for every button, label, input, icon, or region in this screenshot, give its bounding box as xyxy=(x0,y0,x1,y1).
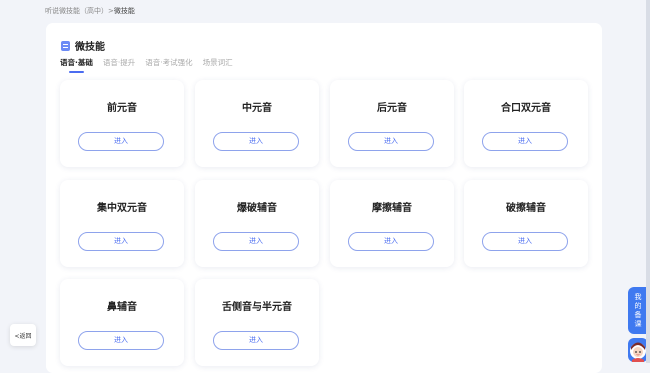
tab-phonics-exam[interactable]: 语音·考试强化 xyxy=(145,57,192,73)
side-tab-char: 的 xyxy=(634,301,642,310)
card-title: 舌侧音与半元音 xyxy=(222,302,292,313)
skill-card-back-vowels: 后元音 进入 xyxy=(330,80,454,167)
card-title: 摩擦辅音 xyxy=(372,203,412,214)
side-tab-char: 课 xyxy=(634,319,642,328)
page-title: 微技能 xyxy=(75,42,105,53)
tab-scene-vocabulary[interactable]: 场景词汇 xyxy=(203,57,233,73)
enter-button[interactable]: 进入 xyxy=(78,232,164,251)
card-title: 后元音 xyxy=(377,103,407,114)
card-title: 前元音 xyxy=(107,103,137,114)
card-title: 集中双元音 xyxy=(97,203,147,214)
avatar-icon[interactable] xyxy=(628,338,648,362)
my-lessons-tab[interactable]: 我 的 备 课 xyxy=(628,287,648,334)
card-title: 爆破辅音 xyxy=(237,203,277,214)
breadcrumb-current: 微技能 xyxy=(113,7,135,15)
enter-button[interactable]: 进入 xyxy=(213,132,299,151)
tab-phonics-basic[interactable]: 语音·基础 xyxy=(60,57,93,73)
breadcrumb-parent[interactable]: 听说微技能（高中）> xyxy=(45,7,114,15)
enter-button[interactable]: 进入 xyxy=(482,132,568,151)
enter-button[interactable]: 进入 xyxy=(348,132,434,151)
side-tab-char: 备 xyxy=(634,310,642,319)
card-title: 鼻辅音 xyxy=(107,302,137,313)
enter-button[interactable]: 进入 xyxy=(213,232,299,251)
breadcrumb: 听说微技能（高中）>微技能 xyxy=(45,6,135,16)
tab-bar: 语音·基础 语音·提升 语音·考试强化 场景词汇 xyxy=(60,57,233,73)
enter-button[interactable]: 进入 xyxy=(78,331,164,350)
document-icon xyxy=(61,40,70,51)
skill-card-laterals-semivowels: 舌侧音与半元音 进入 xyxy=(195,279,319,366)
side-tab-char: 我 xyxy=(634,292,642,301)
enter-button[interactable]: 进入 xyxy=(348,232,434,251)
enter-button[interactable]: 进入 xyxy=(78,132,164,151)
skill-card-closing-diphthongs: 合口双元音 进入 xyxy=(464,80,588,167)
enter-button[interactable]: 进入 xyxy=(213,331,299,350)
back-button[interactable]: <返回 xyxy=(10,324,36,346)
enter-button[interactable]: 进入 xyxy=(482,232,568,251)
panel-header: 微技能 xyxy=(61,38,105,53)
window-edge xyxy=(646,0,650,363)
card-title: 中元音 xyxy=(242,103,272,114)
skill-card-central-vowels: 中元音 进入 xyxy=(195,80,319,167)
card-title: 合口双元音 xyxy=(501,103,551,114)
skill-card-centering-diphthongs: 集中双元音 进入 xyxy=(60,180,184,267)
skill-card-fricatives: 摩擦辅音 进入 xyxy=(330,180,454,267)
skill-card-nasals: 鼻辅音 进入 xyxy=(60,279,184,366)
skill-card-affricates: 破擦辅音 进入 xyxy=(464,180,588,267)
card-title: 破擦辅音 xyxy=(506,203,546,214)
skill-card-plosives: 爆破辅音 进入 xyxy=(195,180,319,267)
main-panel: 微技能 语音·基础 语音·提升 语音·考试强化 场景词汇 前元音 进入 中元音 … xyxy=(46,23,602,373)
tab-phonics-advanced[interactable]: 语音·提升 xyxy=(103,57,135,73)
skill-card-front-vowels: 前元音 进入 xyxy=(60,80,184,167)
